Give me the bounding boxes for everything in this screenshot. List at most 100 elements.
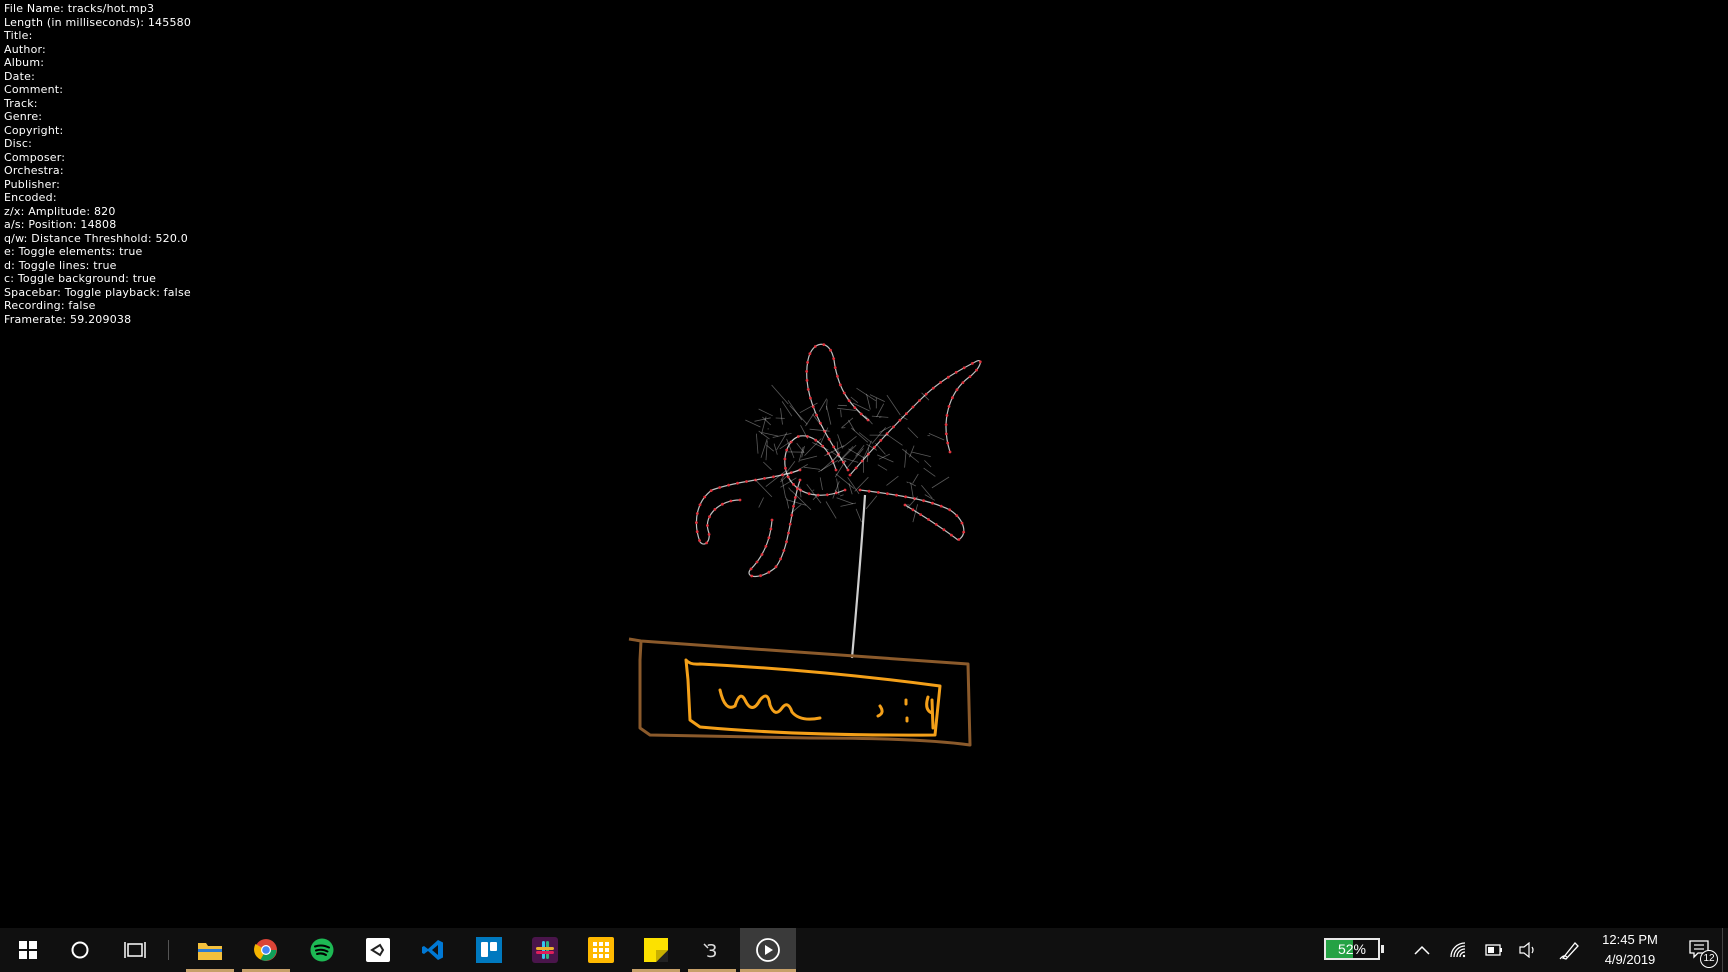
mesh-line (855, 444, 865, 457)
mesh-line (758, 497, 764, 508)
petal-node (760, 553, 764, 556)
system-clock[interactable]: 12:45 PM 4/9/2019 (1588, 928, 1672, 972)
mesh-line (800, 425, 809, 439)
start-button[interactable] (0, 928, 56, 972)
trello-button[interactable] (461, 928, 517, 972)
mesh-line (875, 442, 886, 455)
mesh-line (865, 495, 878, 510)
show-desktop-button[interactable] (1722, 928, 1728, 972)
petal-node (859, 412, 863, 416)
petal-node (816, 493, 820, 497)
task-view-button[interactable] (107, 928, 163, 972)
mesh-line (818, 398, 828, 412)
petal-node (783, 457, 787, 461)
petal-node (836, 374, 839, 378)
petal-node (848, 473, 852, 477)
vscode-button[interactable] (405, 928, 461, 972)
petal-node (785, 540, 788, 544)
petal-node (698, 503, 702, 507)
mesh-line (851, 427, 869, 443)
volume-button[interactable] (1512, 928, 1544, 972)
pot-scribble-letters (718, 688, 822, 721)
vscode-icon (422, 940, 443, 960)
petal-node (895, 493, 898, 497)
petal-node (905, 412, 908, 415)
mesh-line (779, 436, 799, 450)
mesh-line (904, 449, 907, 468)
pot-inner-outline (684, 658, 942, 737)
battery-indicator[interactable]: 52% (1324, 938, 1384, 960)
petal-node (755, 560, 759, 564)
power-tray-button[interactable] (1478, 928, 1510, 972)
petal-node (867, 489, 871, 493)
petal-node (978, 360, 982, 364)
mesh-line (766, 444, 775, 452)
petal-node (962, 366, 966, 370)
mesh-line (788, 487, 792, 492)
grid-icon (588, 937, 614, 963)
unity-button[interactable] (350, 928, 406, 972)
petal-node (695, 530, 699, 534)
petal-node (955, 514, 959, 517)
show-hidden-icons-button[interactable] (1406, 928, 1438, 972)
mesh-line (812, 489, 815, 491)
petal-node (939, 381, 942, 384)
petal-node (829, 348, 832, 352)
media-player-button[interactable] (740, 928, 796, 972)
mesh-line (848, 419, 855, 431)
mesh-line (812, 495, 818, 501)
petal-node (707, 533, 711, 536)
processing-button[interactable]: 3 (684, 928, 740, 972)
pen-icon (1559, 942, 1579, 960)
pen-workspace-button[interactable] (1554, 928, 1586, 972)
petal-node (955, 388, 959, 392)
sticky-notes-icon (644, 938, 668, 962)
petal-node (858, 488, 862, 492)
petal-node (947, 405, 951, 408)
slack-button[interactable] (517, 928, 573, 972)
speaker-icon (1519, 942, 1534, 958)
petal-node (718, 486, 722, 489)
action-center-button[interactable]: 12 (1680, 928, 1720, 972)
mesh-line (841, 417, 854, 428)
petal-node (729, 499, 733, 503)
petal-node (749, 567, 753, 571)
mesh-line (799, 486, 802, 498)
spotify-button[interactable] (294, 928, 350, 972)
mesh-line (836, 497, 854, 505)
app-grid-button[interactable] (573, 928, 629, 972)
mesh-line (840, 409, 842, 418)
mesh-line (804, 438, 822, 456)
battery-terminal (1381, 945, 1384, 953)
slack-icon (532, 937, 558, 963)
mesh-line (786, 497, 790, 509)
file-explorer-button[interactable] (182, 928, 238, 972)
petal-node (968, 375, 972, 378)
petal-node (971, 362, 974, 365)
chrome-button[interactable] (238, 928, 294, 972)
petal-node (790, 513, 794, 517)
pot-scribble-right (876, 695, 935, 730)
mesh-line (837, 407, 857, 411)
wifi-button[interactable] (1442, 928, 1474, 972)
spotify-icon (310, 938, 334, 962)
petal-node (931, 386, 935, 390)
wifi-icon (1450, 942, 1466, 958)
petal-node (957, 538, 961, 541)
flower-visualization (695, 343, 982, 659)
mesh-line (848, 483, 853, 495)
mesh-line (826, 405, 832, 425)
petal-node (825, 493, 829, 497)
petal-node (745, 480, 748, 483)
sticky-notes-button[interactable] (628, 928, 684, 972)
cortana-button[interactable] (52, 928, 108, 972)
petal-node (813, 345, 817, 348)
petal-node (945, 414, 949, 417)
petal-node (805, 379, 809, 382)
petal-node (782, 549, 786, 552)
petal-node (769, 527, 773, 531)
petal-node (944, 423, 948, 426)
taskbar-separator (168, 940, 169, 960)
mesh-line (819, 477, 823, 491)
chevron-up-icon (1414, 945, 1430, 955)
